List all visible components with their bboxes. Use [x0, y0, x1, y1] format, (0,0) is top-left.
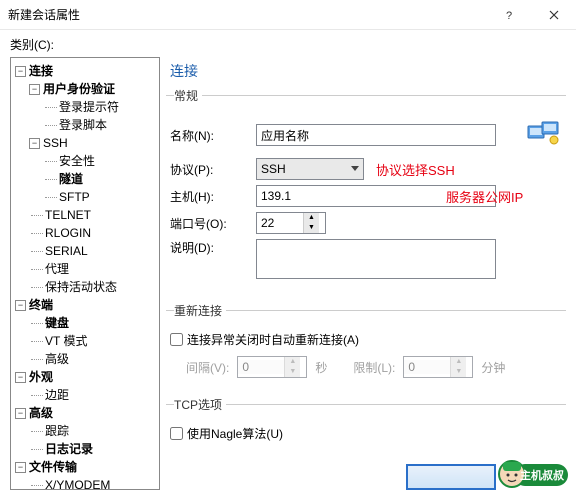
port-input[interactable]	[257, 216, 303, 230]
tree-user-auth[interactable]: 用户身份验证	[43, 80, 115, 98]
computers-icon	[526, 117, 562, 153]
svg-text:?: ?	[506, 10, 512, 20]
footer-button[interactable]	[406, 464, 496, 490]
spinner-up[interactable]: ▲	[304, 213, 319, 223]
reconnect-group: 重新连接 连接异常关闭时自动重新连接(A) 间隔(V): ▲▼ 秒 限制(L):	[166, 302, 566, 390]
protocol-label: 协议(P):	[170, 161, 250, 178]
interval-input	[238, 360, 284, 374]
tree-vt-mode[interactable]: VT 模式	[45, 332, 87, 350]
category-label: 类别(C):	[10, 36, 566, 53]
name-label: 名称(N):	[170, 127, 250, 144]
minutes-label: 分钟	[481, 359, 505, 376]
name-input[interactable]	[256, 124, 496, 146]
tree-appearance[interactable]: 外观	[29, 368, 53, 386]
reconnect-checkbox-label: 连接异常关闭时自动重新连接(A)	[187, 331, 359, 348]
nagle-label: 使用Nagle算法(U)	[187, 425, 283, 442]
tree-logging[interactable]: 日志记录	[45, 440, 93, 458]
port-spinner[interactable]: ▲▼	[256, 212, 326, 234]
tree-serial[interactable]: SERIAL	[45, 242, 88, 260]
tcp-legend: TCP选项	[174, 396, 226, 413]
tree-rlogin[interactable]: RLOGIN	[45, 224, 91, 242]
tree-margin[interactable]: 边距	[45, 386, 69, 404]
tree-toggle[interactable]: −	[15, 462, 26, 473]
reconnect-checkbox[interactable]	[170, 333, 183, 346]
tree-toggle[interactable]: −	[15, 408, 26, 419]
tree-tunnel[interactable]: 隧道	[59, 170, 83, 188]
panel-title: 连接	[166, 57, 566, 87]
title-bar: 新建会话属性 ?	[0, 0, 576, 30]
tree-telnet[interactable]: TELNET	[45, 206, 91, 224]
tree-toggle[interactable]: −	[29, 138, 40, 149]
tree-toggle[interactable]: −	[29, 84, 40, 95]
limit-label: 限制(L):	[353, 359, 395, 376]
tree-keyboard[interactable]: 键盘	[45, 314, 69, 332]
interval-label: 间隔(V):	[186, 359, 229, 376]
nagle-checkbox[interactable]	[170, 427, 183, 440]
protocol-annotation: 协议选择SSH	[376, 160, 455, 179]
tree-security[interactable]: 安全性	[59, 152, 95, 170]
tcp-group: TCP选项 使用Nagle算法(U)	[166, 396, 566, 462]
general-legend: 常规	[174, 87, 202, 104]
close-button[interactable]	[531, 0, 576, 30]
tree-keepalive[interactable]: 保持活动状态	[45, 278, 117, 296]
description-textarea[interactable]	[256, 239, 496, 279]
tree-file-transfer[interactable]: 文件传输	[29, 458, 77, 476]
window-title: 新建会话属性	[8, 6, 80, 23]
tree-proxy[interactable]: 代理	[45, 260, 69, 278]
limit-spinner: ▲▼	[403, 356, 473, 378]
tree-login-script[interactable]: 登录脚本	[59, 116, 107, 134]
tree-trace[interactable]: 跟踪	[45, 422, 69, 440]
desc-label: 说明(D):	[170, 239, 250, 256]
host-label: 主机(H):	[170, 188, 250, 205]
settings-panel: 连接 常规 名称(N):	[166, 57, 566, 490]
limit-input	[404, 360, 450, 374]
help-button[interactable]: ?	[486, 0, 531, 30]
chevron-down-icon	[351, 166, 359, 172]
tree-terminal[interactable]: 终端	[29, 296, 53, 314]
spinner-down[interactable]: ▼	[304, 223, 319, 233]
svg-text:主机叔叔: 主机叔叔	[520, 468, 565, 482]
general-group: 常规 名称(N):	[166, 87, 566, 296]
seconds-label: 秒	[315, 359, 327, 376]
tree-login-prompt[interactable]: 登录提示符	[59, 98, 119, 116]
mascot-badge: 主机叔叔	[498, 454, 570, 494]
tree-xymodem[interactable]: X/YMODEM	[45, 476, 110, 490]
host-annotation: 服务器公网IP	[446, 187, 523, 206]
protocol-value: SSH	[261, 162, 286, 176]
category-tree[interactable]: −连接 −用户身份验证 登录提示符 登录脚本 −SSH	[10, 57, 160, 490]
port-label: 端口号(O):	[170, 215, 250, 232]
tree-adv-term[interactable]: 高级	[45, 350, 69, 368]
protocol-select[interactable]: SSH	[256, 158, 364, 180]
tree-connection[interactable]: 连接	[29, 62, 53, 80]
tree-sftp[interactable]: SFTP	[59, 188, 90, 206]
tree-toggle[interactable]: −	[15, 372, 26, 383]
interval-spinner: ▲▼	[237, 356, 307, 378]
tree-advanced[interactable]: 高级	[29, 404, 53, 422]
tree-toggle[interactable]: −	[15, 66, 26, 77]
tree-toggle[interactable]: −	[15, 300, 26, 311]
reconnect-legend: 重新连接	[174, 302, 226, 319]
tree-ssh[interactable]: SSH	[43, 134, 68, 152]
